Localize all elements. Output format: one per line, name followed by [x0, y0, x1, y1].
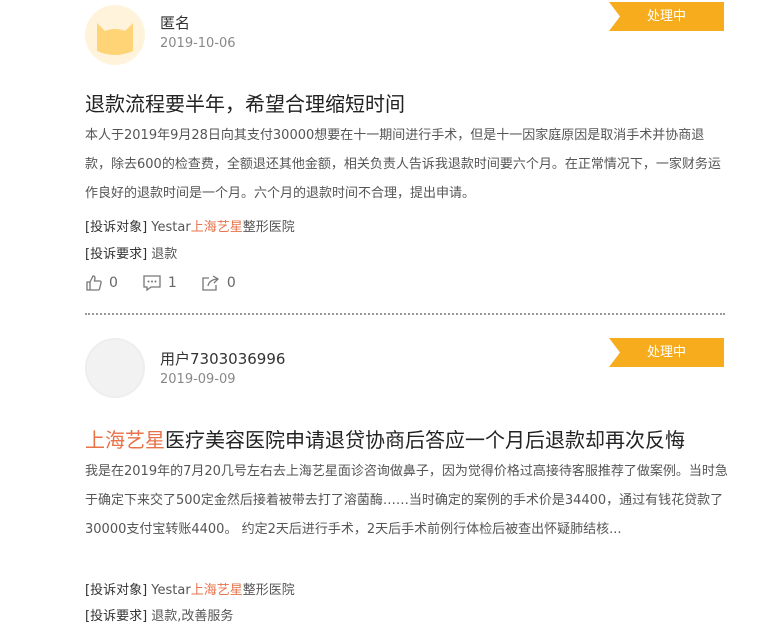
post-actions: 0 1 0: [85, 274, 260, 292]
share-count: 0: [226, 275, 236, 291]
target-label: [投诉对象]: [85, 220, 148, 235]
share-icon: [202, 275, 219, 291]
target-prefix: Yestar: [151, 583, 191, 598]
user-name[interactable]: 用户7303036996: [160, 348, 285, 369]
target-highlight[interactable]: 上海艺星: [191, 220, 243, 235]
demand-value: 退款: [151, 247, 178, 262]
user-name[interactable]: 匿名: [160, 12, 190, 33]
demand-value: 退款,改善服务: [151, 609, 234, 624]
complaint-target: [投诉对象] Yestar上海艺星整形医院: [85, 579, 295, 598]
cat-avatar-icon[interactable]: [85, 5, 145, 65]
complaint-demand: [投诉要求] 退款: [85, 243, 177, 262]
status-badge: 处理中: [609, 338, 724, 367]
complaint-demand: [投诉要求] 退款,改善服务: [85, 605, 233, 624]
complaint-body: 本人于2019年9月28日向其支付30000想要在十一期间进行手术，但是十一因家…: [85, 128, 721, 201]
demand-label: [投诉要求]: [85, 247, 148, 262]
demand-label: [投诉要求]: [85, 609, 148, 624]
comment-icon: [143, 275, 161, 292]
thumbs-up-icon: [86, 275, 102, 291]
target-prefix: Yestar: [151, 220, 191, 235]
comment-count: 1: [167, 275, 177, 291]
post-date: 2019-10-06: [160, 36, 236, 51]
title-text[interactable]: 医疗美容医院申请退贷协商后答应一个月后退款却再次反悔: [165, 428, 685, 452]
target-label: [投诉对象]: [85, 583, 148, 598]
complaint-body: 我是在2019年的7月20几号左右去上海艺星面诊咨询做鼻子，因为觉得价格过高接待…: [85, 464, 728, 537]
complaint-title[interactable]: 退款流程要半年，希望合理缩短时间: [85, 88, 405, 117]
target-suffix: 整形医院: [242, 583, 295, 598]
comment-button[interactable]: 1: [142, 274, 177, 292]
target-suffix: 整形医院: [242, 220, 295, 235]
title-highlight[interactable]: 上海艺星: [85, 428, 165, 452]
share-button[interactable]: 0: [201, 274, 236, 292]
complaint-target: [投诉对象] Yestar上海艺星整形医院: [85, 216, 295, 235]
like-button[interactable]: 0: [85, 274, 118, 292]
status-badge: 处理中: [609, 2, 724, 31]
like-count: 0: [109, 275, 118, 291]
post-date: 2019-09-09: [160, 372, 236, 387]
target-highlight[interactable]: 上海艺星: [191, 583, 243, 598]
default-avatar-icon[interactable]: [85, 338, 145, 398]
complaint-title[interactable]: 上海艺星医疗美容医院申请退贷协商后答应一个月后退款却再次反悔: [85, 424, 685, 453]
divider: [85, 313, 725, 315]
